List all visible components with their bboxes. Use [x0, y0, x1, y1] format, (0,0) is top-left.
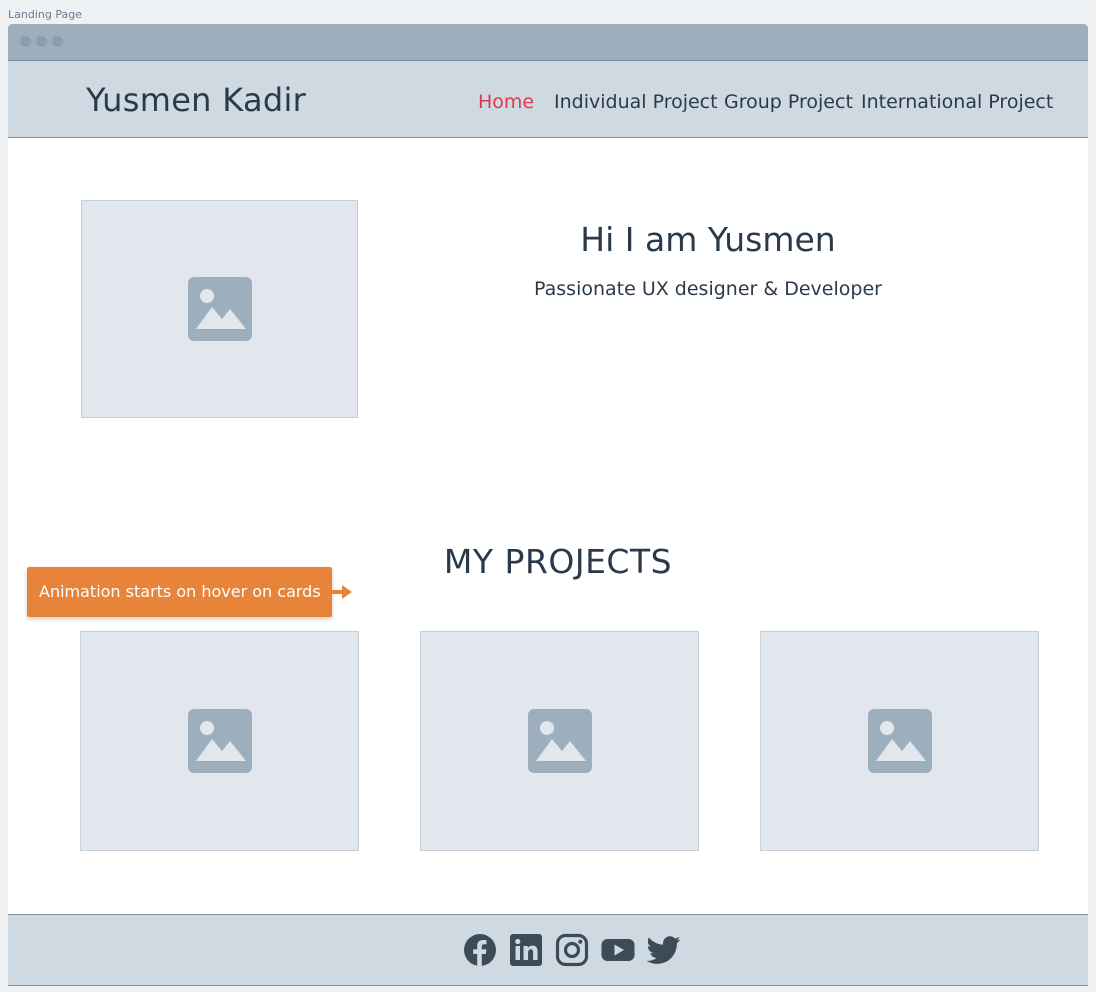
site-header: Yusmen Kadir Home Individual Project Gro…: [8, 60, 1088, 138]
nav-international-project[interactable]: International Project: [861, 91, 1053, 113]
facebook-icon[interactable]: [463, 933, 497, 967]
frame-label: Landing Page: [8, 8, 82, 21]
site-footer: [8, 914, 1088, 986]
window-dot-maximize[interactable]: [52, 36, 63, 47]
instagram-icon[interactable]: [555, 933, 589, 967]
hero-title: Hi I am Yusmen: [580, 220, 836, 259]
project-card-1[interactable]: [80, 631, 359, 851]
browser-window: Yusmen Kadir Home Individual Project Gro…: [8, 24, 1088, 986]
twitter-icon[interactable]: [647, 933, 681, 967]
hero-image: [81, 200, 358, 418]
youtube-icon[interactable]: [601, 933, 635, 967]
window-dot-close[interactable]: [20, 36, 31, 47]
projects-title: MY PROJECTS: [443, 542, 673, 581]
annotation-note: Animation starts on hover on cards: [27, 567, 332, 617]
project-card-3[interactable]: [760, 631, 1039, 851]
project-card-2[interactable]: [420, 631, 699, 851]
nav-group-project[interactable]: Group Project: [724, 91, 853, 113]
window-dot-minimize[interactable]: [36, 36, 47, 47]
arrow-right-icon: [332, 585, 352, 599]
hero-subtitle: Passionate UX designer & Developer: [534, 278, 882, 300]
image-placeholder-icon: [527, 709, 592, 773]
site-brand[interactable]: Yusmen Kadir: [86, 81, 306, 119]
window-titlebar: [8, 24, 1088, 60]
image-placeholder-icon: [187, 709, 252, 773]
image-placeholder-icon: [187, 277, 252, 341]
nav-individual-project[interactable]: Individual Project: [554, 91, 718, 113]
linkedin-icon[interactable]: [509, 933, 543, 967]
image-placeholder-icon: [867, 709, 932, 773]
nav-home[interactable]: Home: [478, 91, 534, 113]
